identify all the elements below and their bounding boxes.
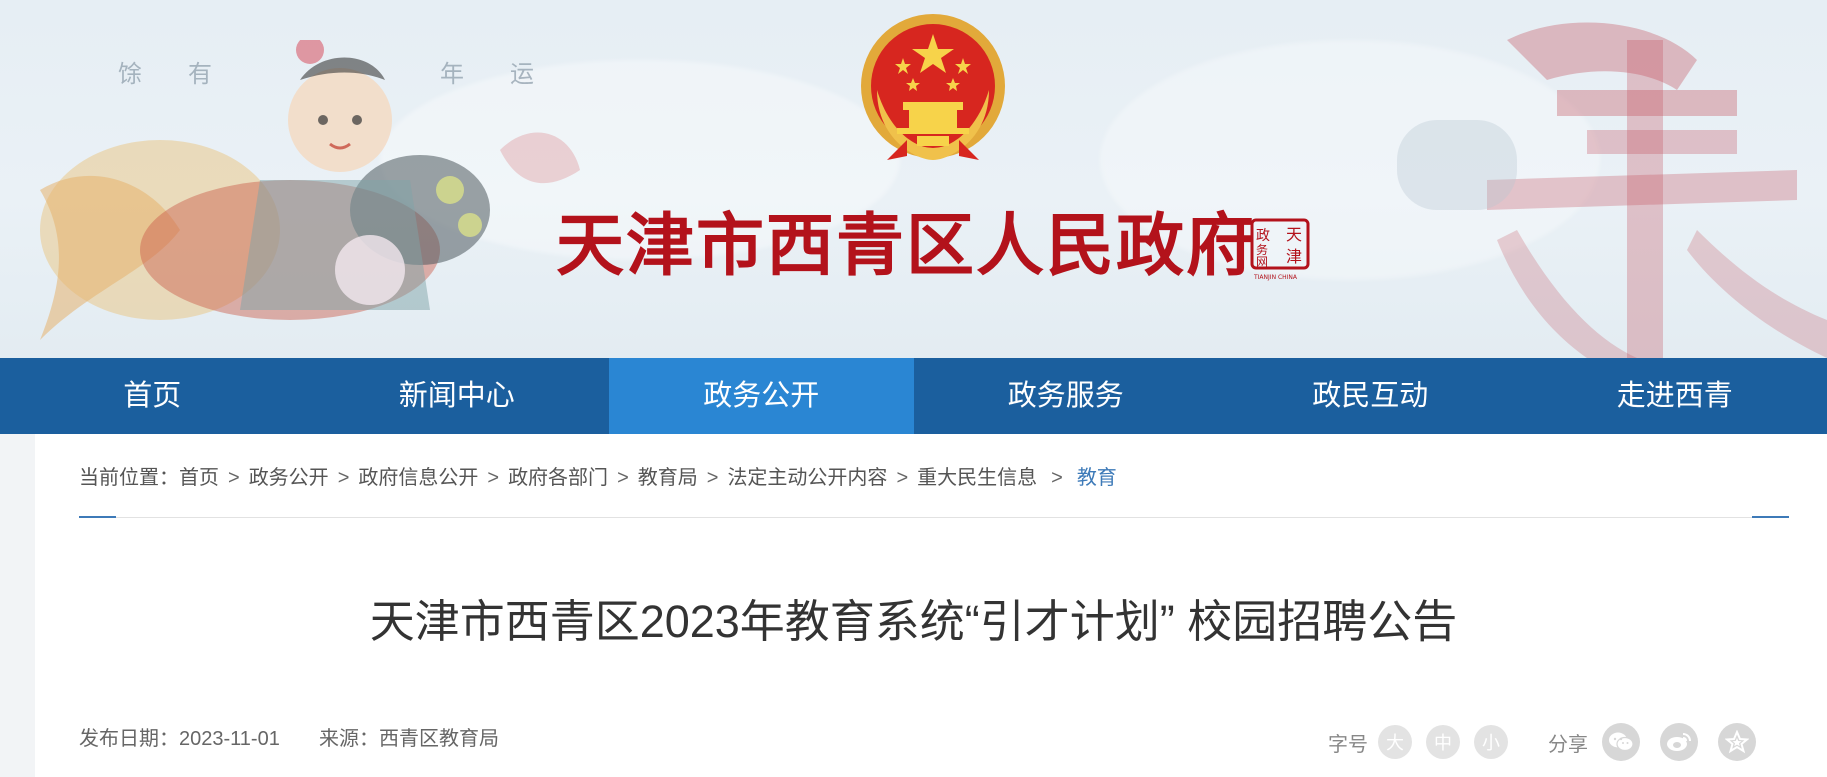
wechat-icon [1609,732,1634,752]
divider-accent-right [1752,516,1789,518]
divider [79,517,1789,518]
breadcrumb-item-education-bureau[interactable]: 教育局 [638,461,698,490]
source-value: 西青区教育局 [378,728,499,750]
nav-item-government-services[interactable]: 政务服务 [914,358,1219,434]
svg-text:津: 津 [1286,247,1302,266]
breadcrumb-item-government-affairs[interactable]: 政务公开 [249,461,329,490]
publish-date: 2023-11-01 [179,728,280,750]
breadcrumb-item-home[interactable]: 首页 [179,461,219,490]
nav-item-about-xiqing[interactable]: 走进西青 [1523,358,1827,434]
breadcrumb-item-information-disclosure[interactable]: 政府信息公开 [358,461,478,490]
weibo-share-button[interactable] [1660,723,1698,761]
font-size-small-button[interactable]: 小 [1474,725,1508,759]
publish-date-label: 发布日期： [79,728,179,750]
font-size-large-button[interactable]: 大 [1378,725,1412,759]
breadcrumb-separator: > [487,467,500,489]
source-label: 来源： [318,728,379,750]
favorite-share-button[interactable] [1718,723,1756,761]
font-size-medium-button[interactable]: 中 [1426,725,1460,759]
site-title: 天津市西青区人民政府 [556,206,1257,286]
favorite-icon [1725,730,1749,754]
divider-accent-left [79,516,116,518]
folk-art-child-carp-illustration [40,40,580,340]
breadcrumb-item-livelihood-info[interactable]: 重大民生信息 [917,461,1037,490]
national-emblem-icon [861,14,1005,160]
breadcrumb-current[interactable]: 教育 [1077,461,1117,490]
decorative-character-art [1397,22,1827,358]
breadcrumb-separator: > [337,467,350,489]
main-nav: 首页 新闻中心 政务公开 政务服务 政民互动 走进西青 [0,358,1827,434]
site-banner: 馀 有 年 运 天津市西青区人民政府 天 津 政 务 网 TIANJIN CHI… [0,0,1827,358]
article-title: 天津市西青区2023年教育系统“引才计划” 校园招聘公告 [369,596,1458,647]
breadcrumb-item-statutory-disclosure[interactable]: 法定主动公开内容 [727,461,887,490]
svg-text:TIANJIN CHINA: TIANJIN CHINA [1253,274,1298,281]
breadcrumb-separator: > [617,467,629,489]
seal-logo: 天 津 政 务 网 TIANJIN CHINA [1250,218,1310,281]
breadcrumb-separator: > [228,467,240,489]
nav-item-citizen-interaction[interactable]: 政民互动 [1218,358,1523,434]
share-label: 分享 [1548,733,1588,756]
article-meta: 发布日期：2023-11-01 来源：西青区教育局 [79,722,499,751]
weibo-icon [1667,733,1691,751]
breadcrumb: 当前位置：首页 > 政务公开 > 政府信息公开 > 政府各部门 > 教育局 > 法定主动公开内容 > 重… [79,461,1117,490]
breadcrumb-prefix: 当前位置： [79,467,179,489]
breadcrumb-separator: > [1051,467,1063,489]
svg-text:网: 网 [1256,255,1268,269]
svg-text:政: 政 [1256,228,1270,244]
wechat-share-button[interactable] [1602,723,1640,761]
breadcrumb-item-departments[interactable]: 政府各部门 [508,461,608,490]
nav-item-home[interactable]: 首页 [0,358,305,434]
nav-item-news-center[interactable]: 新闻中心 [305,358,610,434]
breadcrumb-separator: > [706,467,719,489]
breadcrumb-separator: > [896,467,909,489]
article-tools: 字号 大 中 小 分享 [1328,722,1756,762]
nav-item-government-affairs-disclosure[interactable]: 政务公开 [609,358,914,434]
font-size-label: 字号 [1328,733,1368,756]
svg-text:天: 天 [1286,225,1302,244]
